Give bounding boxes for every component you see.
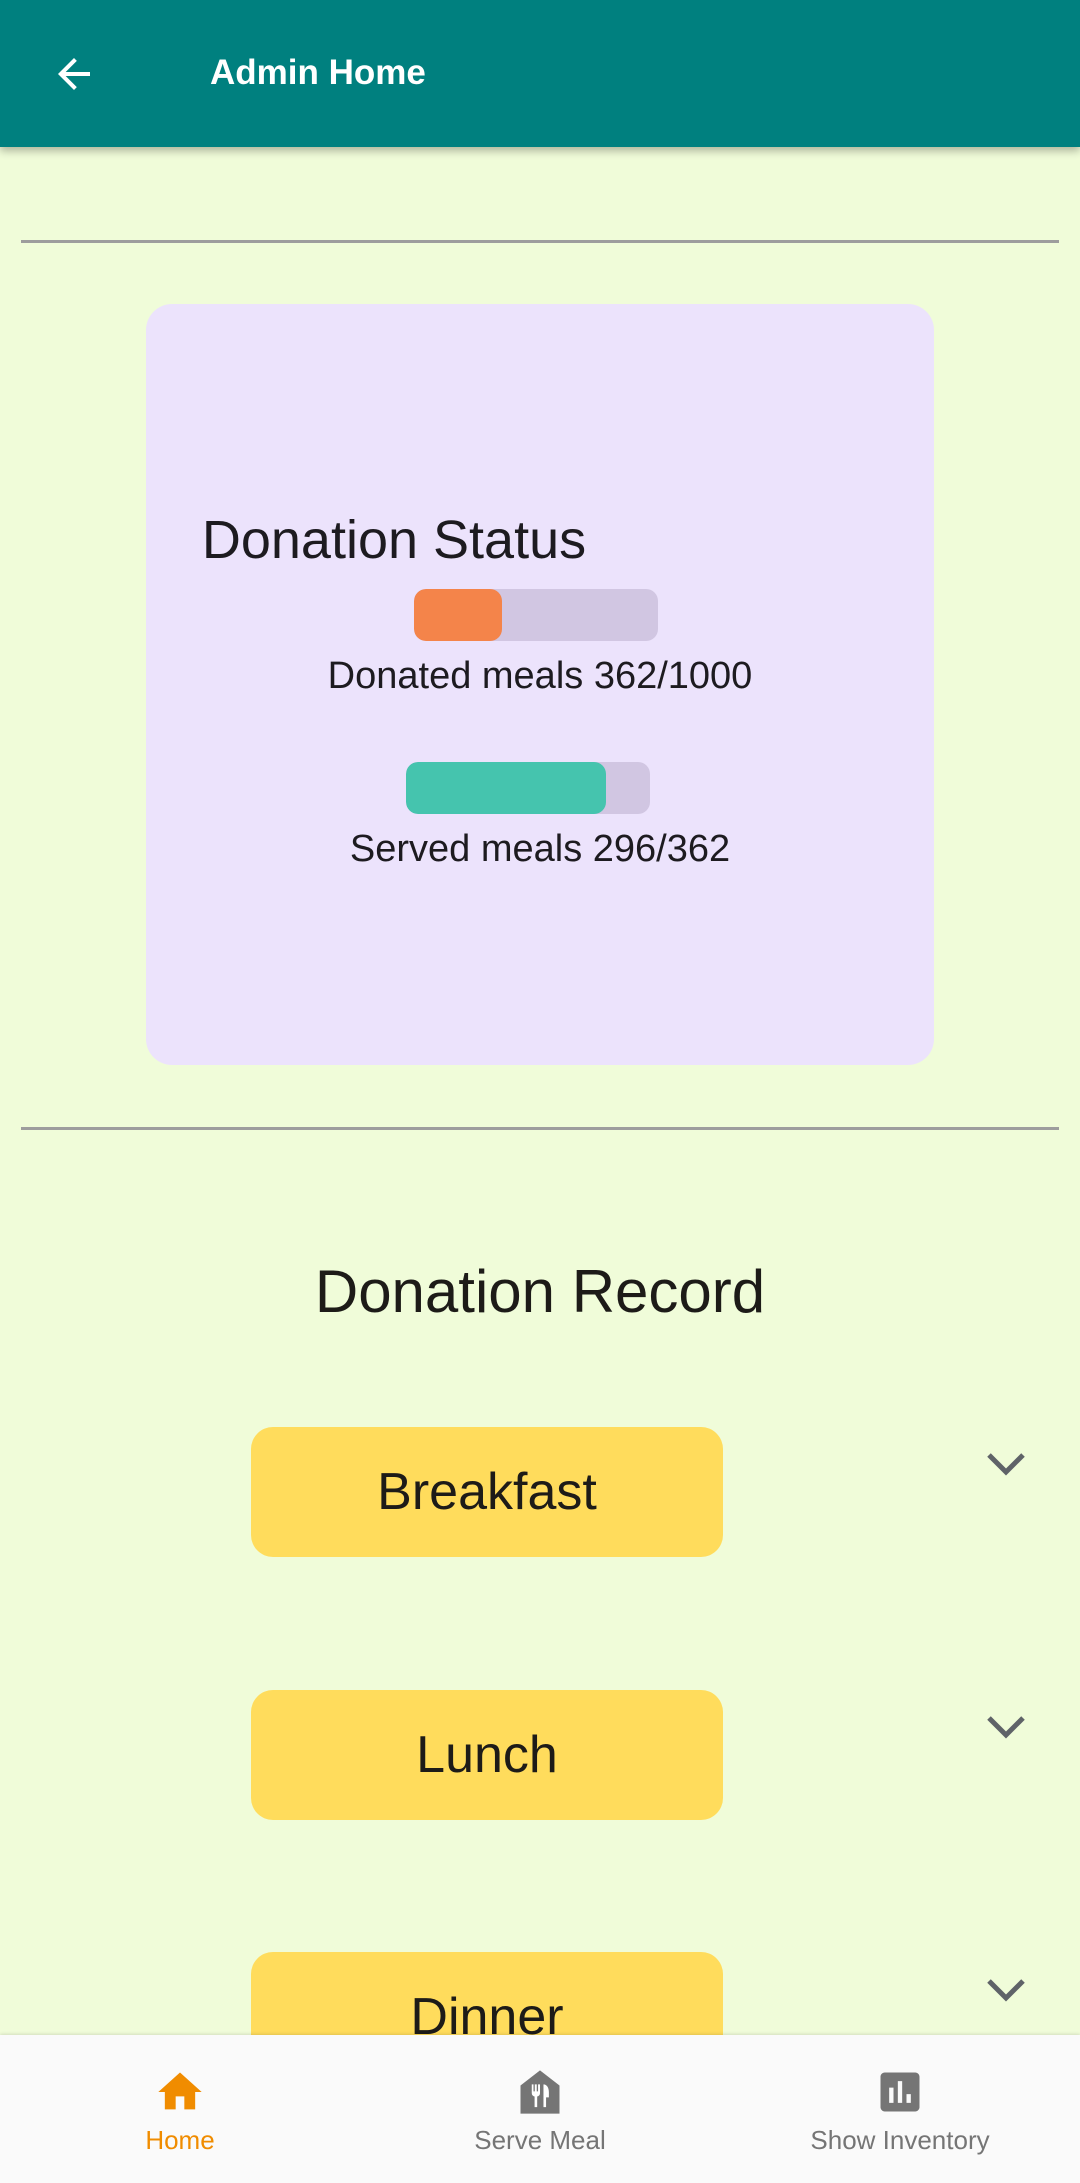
nav-show-inventory[interactable]: Show Inventory — [720, 2035, 1080, 2183]
chevron-down-icon — [987, 1979, 1025, 2002]
arrow-back-icon — [58, 58, 90, 90]
nav-serve-meal-label: Serve Meal — [474, 2125, 606, 2155]
nav-serve-meal[interactable]: Serve Meal — [360, 2035, 720, 2183]
bottom-navigation: Home Serve Meal Show Inventory — [0, 2035, 1080, 2183]
divider — [21, 1127, 1059, 1130]
page-title: Admin Home — [210, 53, 426, 92]
back-button[interactable] — [36, 36, 112, 112]
expand-lunch-button[interactable] — [984, 1712, 1028, 1742]
donation-record-title: Donation Record — [314, 1258, 766, 1325]
donated-progress-bar — [414, 589, 658, 641]
donation-status-title: Donation Status — [201, 510, 587, 570]
expand-breakfast-button[interactable] — [984, 1449, 1028, 1479]
nav-home[interactable]: Home — [0, 2035, 360, 2183]
served-meals-text: Served meals 296/362 — [349, 828, 731, 870]
expand-dinner-button[interactable] — [984, 1975, 1028, 2005]
served-progress-fill — [406, 762, 606, 814]
donated-progress-fill — [414, 589, 503, 641]
bar-chart-icon — [880, 2072, 920, 2112]
restaurant-icon — [520, 2070, 560, 2114]
lunch-button[interactable]: Lunch — [251, 1690, 723, 1820]
home-icon — [158, 2072, 202, 2110]
chevron-down-icon — [987, 1716, 1025, 1739]
donated-meals-text: Donated meals 362/1000 — [327, 655, 753, 697]
divider — [21, 240, 1059, 243]
nav-home-label: Home — [145, 2125, 215, 2155]
breakfast-button[interactable]: Breakfast — [251, 1427, 723, 1557]
app-bar: Admin Home — [0, 0, 1080, 147]
served-progress-bar — [406, 762, 650, 814]
chevron-down-icon — [987, 1453, 1025, 1476]
nav-show-inventory-label: Show Inventory — [810, 2125, 990, 2155]
